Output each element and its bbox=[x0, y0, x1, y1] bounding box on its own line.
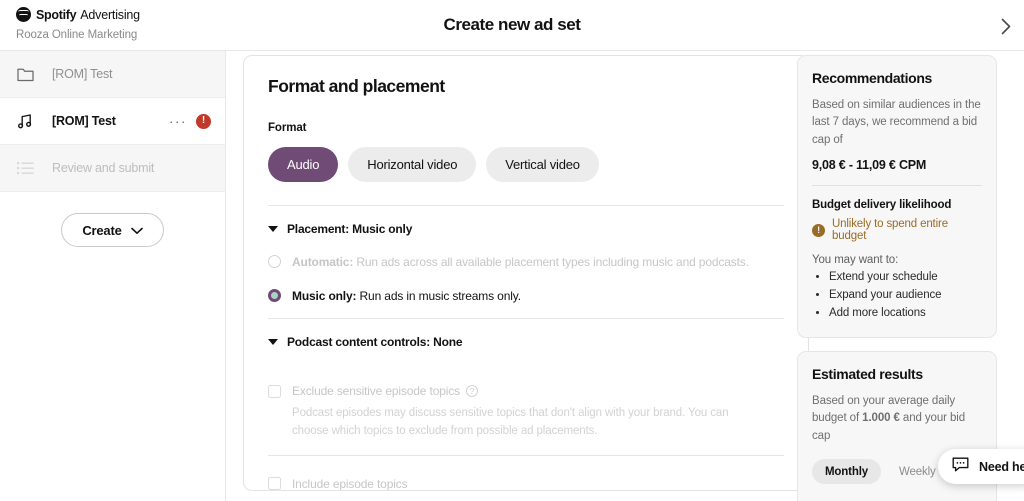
placement-option-name: Automatic: bbox=[292, 255, 354, 269]
podcast-controls-section-header[interactable]: Podcast content controls: None bbox=[268, 319, 784, 363]
checkbox-include-episode-topics[interactable] bbox=[268, 477, 281, 490]
overflow-menu-icon[interactable]: ··· bbox=[169, 114, 187, 128]
tab-monthly[interactable]: Monthly bbox=[812, 459, 882, 485]
budget-delivery-title: Budget delivery likelihood bbox=[812, 199, 952, 212]
checkbox-label-text: Exclude sensitive episode topics bbox=[292, 384, 460, 399]
spotify-ad-manager-page: Spotify Advertising Rooza Online Marketi… bbox=[0, 0, 1024, 501]
format-options-group: Audio Horizontal video Vertical video bbox=[268, 147, 784, 182]
sidebar-item-campaign[interactable]: [ROM] Test bbox=[0, 51, 225, 98]
chevron-right-icon[interactable] bbox=[994, 14, 1018, 38]
placement-section-header[interactable]: Placement: Music only bbox=[268, 206, 784, 250]
podcast-controls-heading: Podcast content controls: None bbox=[287, 335, 463, 350]
recommendations-card: Recommendations Based on similar audienc… bbox=[797, 55, 997, 338]
list-item: Expand your audience bbox=[829, 287, 982, 305]
list-item: Add more locations bbox=[829, 305, 982, 323]
sidebar-item-label: Review and submit bbox=[52, 161, 155, 175]
daily-budget-value: 1.000 € bbox=[862, 412, 900, 425]
chat-label: Need he bbox=[979, 459, 1024, 474]
help-icon[interactable]: ? bbox=[465, 385, 478, 398]
checkbox-label: Exclude sensitive episode topics ? bbox=[292, 384, 478, 398]
format-label: Format bbox=[268, 122, 307, 134]
placement-option-description: Run ads in music streams only. bbox=[356, 289, 522, 304]
placement-option-name: Music only: bbox=[292, 289, 357, 304]
divider bbox=[812, 185, 982, 187]
placement-option-text: Automatic: Run ads across all available … bbox=[292, 254, 749, 270]
format-option-label: Vertical video bbox=[505, 157, 580, 172]
create-button-label: Create bbox=[82, 222, 122, 238]
format-and-placement-card: Format and placement Format Audio Horizo… bbox=[243, 55, 809, 491]
recommendations-body: Based on similar audiences in the last 7… bbox=[812, 99, 981, 146]
need-help-chat-button[interactable]: Need he bbox=[938, 449, 1024, 484]
error-badge-icon: ! bbox=[196, 113, 211, 129]
caret-down-icon bbox=[268, 226, 278, 232]
create-button[interactable]: Create bbox=[61, 213, 164, 247]
checkbox-description: Podcast episodes may discuss sensitive t… bbox=[292, 407, 729, 437]
estimated-results-body: Based on your average daily budget of 1.… bbox=[812, 393, 982, 445]
format-option-label: Horizontal video bbox=[367, 157, 458, 172]
tab-label: Monthly bbox=[825, 465, 869, 478]
section-title: Format and placement bbox=[268, 76, 445, 96]
placement-option-text: Music only: Run ads in music streams onl… bbox=[292, 288, 521, 304]
placement-option-description: Run ads across all available placement t… bbox=[353, 255, 749, 269]
placement-option-automatic[interactable]: Automatic: Run ads across all available … bbox=[268, 250, 784, 284]
chat-bubble-icon bbox=[952, 457, 969, 477]
warning-text: Unlikely to spend entire budget bbox=[832, 218, 948, 243]
sidebar-item-ad-set[interactable]: [ROM] Test ··· ! bbox=[0, 98, 225, 145]
format-option-label: Audio bbox=[287, 157, 320, 172]
budget-delivery-warning: ! Unlikely to spend entire budget bbox=[812, 218, 982, 242]
page-title: Create new ad set bbox=[443, 15, 581, 34]
format-option-audio[interactable]: Audio bbox=[268, 147, 339, 182]
checkbox-label: Include episode topics bbox=[292, 476, 408, 491]
tab-label: Weekly bbox=[899, 465, 936, 478]
estimated-results-title: Estimated results bbox=[812, 365, 923, 382]
chevron-down-icon bbox=[130, 223, 143, 238]
music-note-icon bbox=[14, 113, 36, 130]
checkbox-label-text: Include episode topics bbox=[292, 476, 408, 491]
placement-option-music-only[interactable]: Music only: Run ads in music streams onl… bbox=[268, 284, 784, 318]
sidebar-item-label: [ROM] Test bbox=[52, 114, 116, 128]
checkbox-row[interactable]: Exclude sensitive episode topics ? bbox=[268, 378, 784, 398]
app-header: Spotify Advertising Rooza Online Marketi… bbox=[0, 0, 1024, 51]
checkbox-exclude-sensitive-episode-topics[interactable] bbox=[268, 384, 281, 398]
right-rail: Recommendations Based on similar audienc… bbox=[797, 55, 997, 501]
caret-down-icon bbox=[268, 339, 278, 346]
list-icon bbox=[14, 161, 36, 175]
placement-heading: Placement: Music only bbox=[287, 222, 413, 236]
sidebar-item-label: [ROM] Test bbox=[52, 67, 113, 81]
radio-automatic[interactable] bbox=[268, 255, 281, 268]
podcast-control-exclude-sensitive: Exclude sensitive episode topics ? Podca… bbox=[268, 378, 784, 440]
checkbox-row[interactable]: Include episode topics bbox=[268, 471, 784, 491]
podcast-control-include-topics: Include episode topics Choose podcast ep… bbox=[268, 471, 784, 491]
format-option-vertical-video[interactable]: Vertical video bbox=[486, 147, 599, 182]
radio-music-only[interactable] bbox=[268, 289, 281, 303]
create-button-container: Create bbox=[0, 192, 225, 247]
sidebar-item-review-and-submit[interactable]: Review and submit bbox=[0, 145, 225, 192]
folder-icon bbox=[14, 67, 36, 82]
suggestions-list: Extend your schedule Expand your audienc… bbox=[829, 269, 982, 322]
suggestions-lead: You may want to: bbox=[812, 254, 899, 267]
recommendations-title: Recommendations bbox=[812, 70, 932, 86]
sidebar: [ROM] Test [ROM] Test ··· ! Review and s… bbox=[0, 51, 226, 501]
format-option-horizontal-video[interactable]: Horizontal video bbox=[348, 147, 477, 182]
warning-icon: ! bbox=[812, 223, 825, 237]
list-item: Extend your schedule bbox=[829, 269, 982, 287]
recommended-bid-cap: 9,08 € - 11,09 € CPM bbox=[812, 158, 927, 173]
